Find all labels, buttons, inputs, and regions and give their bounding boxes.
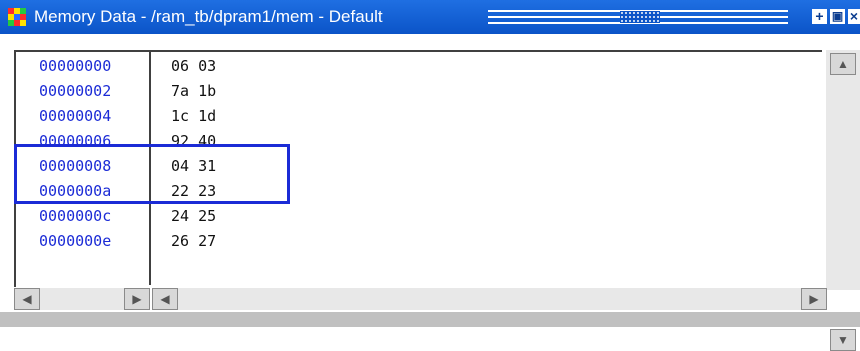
scroll-up-arrow-icon[interactable]: ▲ [830, 53, 856, 75]
memory-address: 0000000e [39, 232, 112, 250]
memory-row[interactable]: 00000002 7a 1b [16, 79, 822, 104]
memory-address: 00000002 [39, 82, 112, 100]
memory-values: 24 25 [171, 207, 217, 225]
memory-row[interactable]: 00000004 1c 1d [16, 104, 822, 129]
selection-highlight-box [14, 144, 290, 204]
address-horizontal-scrollbar[interactable]: ◀ ▶ [14, 288, 150, 310]
title-bar: Memory Data - /ram_tb/dpram1/mem - Defau… [0, 0, 860, 34]
memory-values: 7a 1b [171, 82, 217, 100]
scroll-left-arrow-icon[interactable]: ◀ [14, 288, 40, 310]
memory-values: 06 03 [171, 57, 217, 75]
title-grip-icon[interactable] [620, 11, 660, 23]
app-grid-icon [8, 8, 26, 26]
close-window-button[interactable]: × [848, 9, 860, 24]
memory-address: 0000000c [39, 207, 112, 225]
memory-row[interactable]: 00000000 06 03 [16, 54, 822, 79]
memory-row[interactable]: 0000000c 24 25 [16, 204, 822, 229]
scroll-left-arrow-icon[interactable]: ◀ [152, 288, 178, 310]
memory-address: 00000000 [39, 57, 112, 75]
window-title: Memory Data - /ram_tb/dpram1/mem - Defau… [34, 7, 383, 26]
data-horizontal-scrollbar[interactable]: ◀ ▶ [152, 288, 827, 310]
memory-row[interactable]: 0000000e 26 27 [16, 229, 822, 254]
vertical-scrollbar[interactable]: ▲ ▼ [826, 50, 860, 351]
add-window-button[interactable]: + [812, 9, 827, 24]
memory-address: 00000004 [39, 107, 112, 125]
scroll-right-arrow-icon[interactable]: ▶ [124, 288, 150, 310]
scroll-down-arrow-icon[interactable]: ▼ [830, 329, 856, 351]
memory-values: 1c 1d [171, 107, 217, 125]
restore-window-button[interactable]: ▣ [830, 9, 845, 24]
window-bottom-frame [0, 312, 860, 327]
scroll-right-arrow-icon[interactable]: ▶ [801, 288, 827, 310]
memory-values: 26 27 [171, 232, 217, 250]
